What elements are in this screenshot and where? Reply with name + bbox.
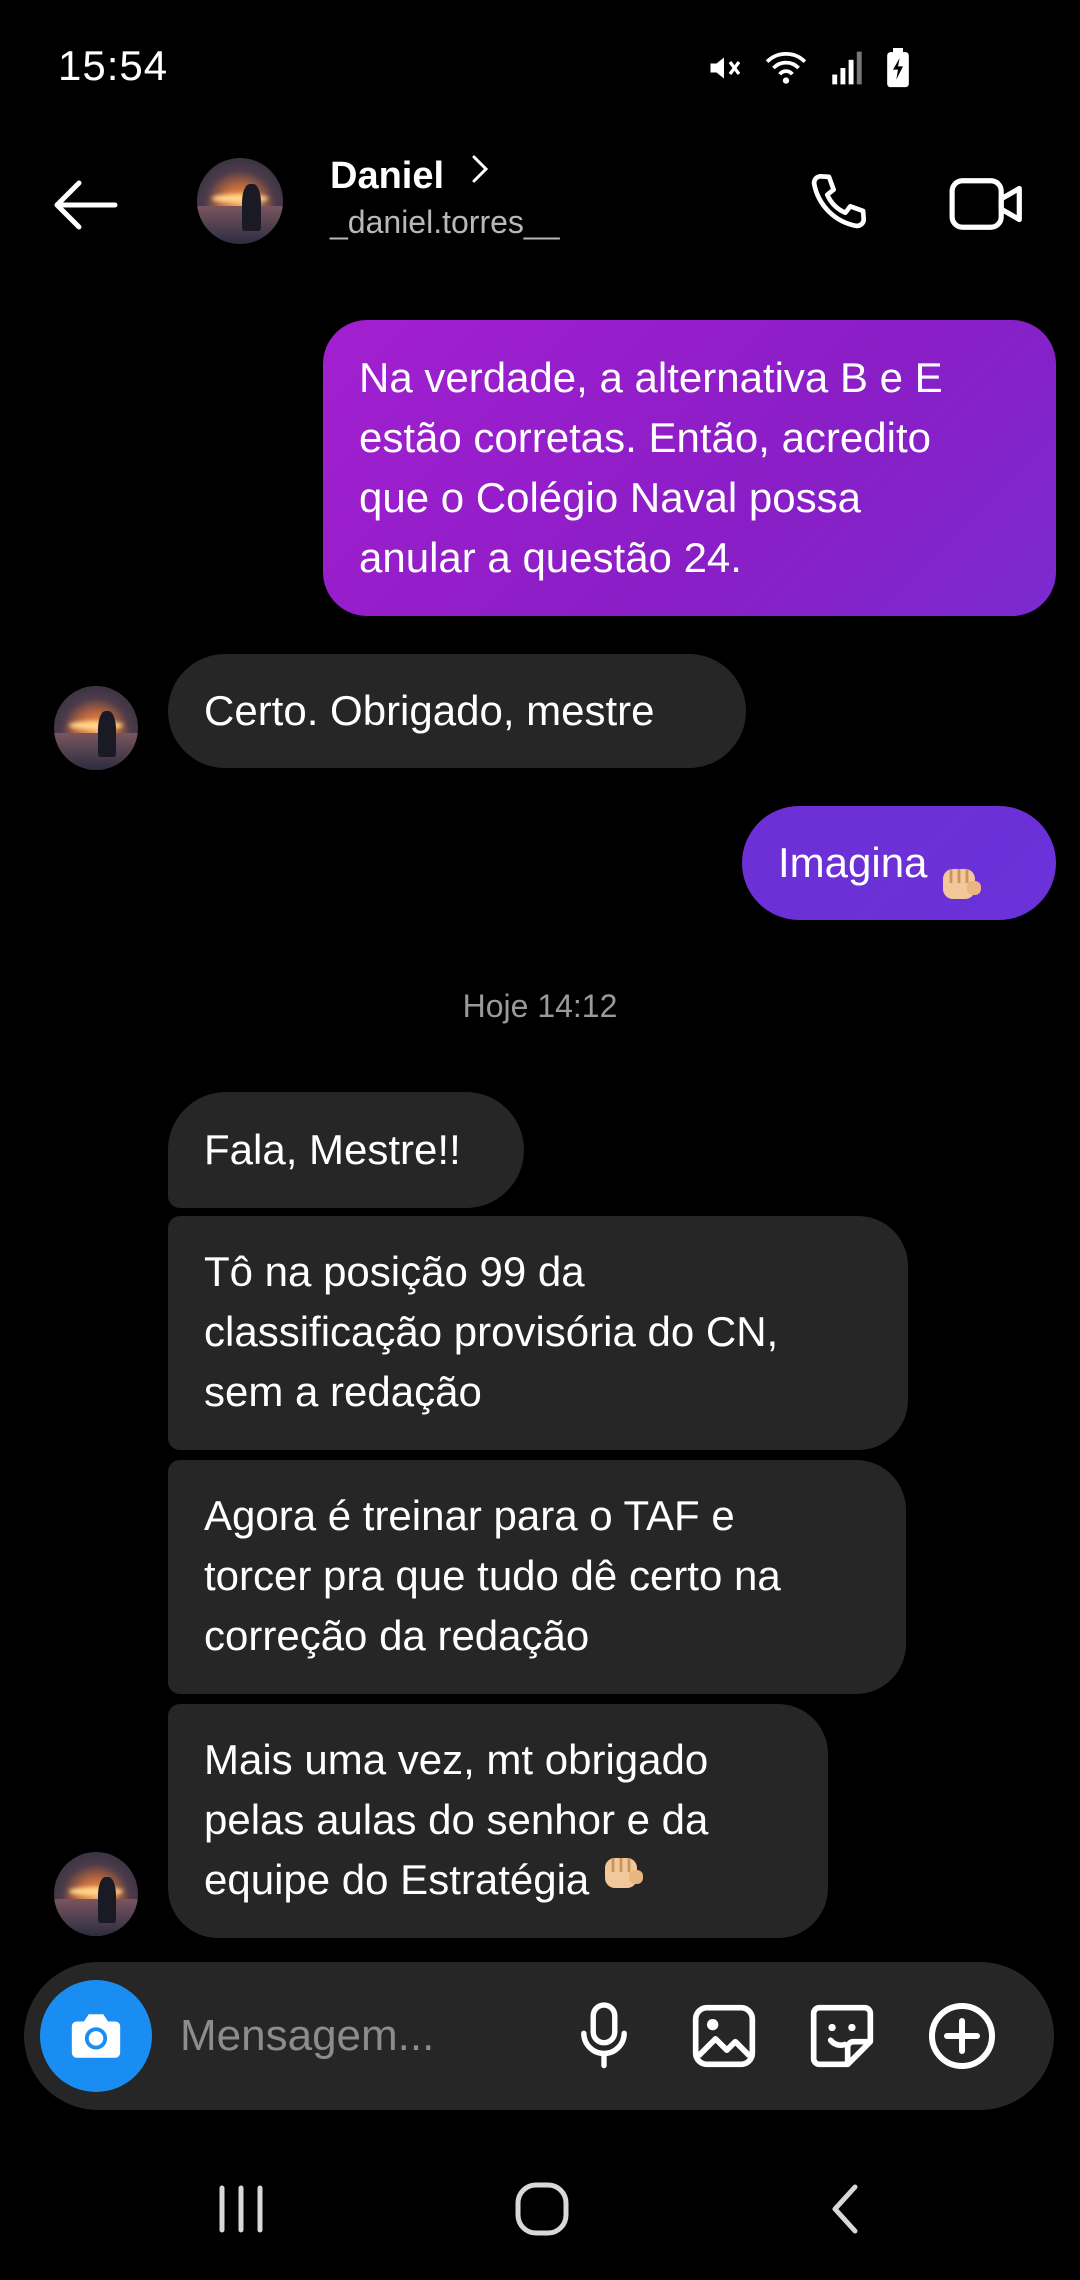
recents-button[interactable] bbox=[196, 2174, 286, 2244]
battery-charging-icon bbox=[887, 48, 909, 88]
back-arrow-icon bbox=[54, 180, 118, 230]
sent-message[interactable]: Na verdade, a alternativa B e E estão co… bbox=[323, 320, 1056, 616]
more-options-button[interactable] bbox=[924, 1998, 1000, 2074]
message-input[interactable] bbox=[180, 2006, 440, 2066]
contact-info[interactable]: Daniel _daniel.torres__ bbox=[330, 154, 559, 241]
gallery-button[interactable] bbox=[686, 1998, 762, 2074]
contact-avatar[interactable] bbox=[197, 158, 283, 244]
sender-avatar[interactable] bbox=[54, 686, 138, 770]
recents-icon bbox=[219, 2185, 263, 2233]
plus-icon bbox=[929, 2003, 995, 2069]
received-message[interactable]: Mais uma vez, mt obrigado pelas aulas do… bbox=[168, 1704, 828, 1938]
camera-icon bbox=[71, 2014, 121, 2058]
sender-avatar[interactable] bbox=[54, 1852, 138, 1936]
nav-back-button[interactable] bbox=[800, 2174, 890, 2244]
phone-icon bbox=[811, 173, 867, 229]
received-message[interactable]: Certo. Obrigado, mestre bbox=[168, 654, 746, 768]
system-nav-bar bbox=[0, 2140, 1080, 2280]
message-text: Certo. Obrigado, mestre bbox=[204, 687, 655, 734]
video-call-button[interactable] bbox=[942, 164, 1032, 244]
status-icons bbox=[706, 48, 910, 88]
received-message[interactable]: Fala, Mestre!! bbox=[168, 1092, 524, 1208]
fist-bump-icon bbox=[599, 1850, 647, 1914]
received-message[interactable]: Tô na posição 99 da classificação provis… bbox=[168, 1216, 908, 1450]
back-icon bbox=[832, 2184, 858, 2234]
voice-call-button[interactable] bbox=[796, 164, 876, 244]
video-camera-icon bbox=[949, 178, 1022, 230]
status-time: 15:54 bbox=[58, 42, 169, 89]
chevron-right-icon bbox=[471, 154, 489, 189]
fist-bump-icon bbox=[937, 801, 985, 925]
received-message[interactable]: Agora é treinar para o TAF e torcer pra … bbox=[168, 1460, 906, 1694]
home-icon bbox=[515, 2182, 569, 2236]
message-composer bbox=[24, 1962, 1054, 2110]
back-button[interactable] bbox=[40, 170, 130, 240]
sticker-icon bbox=[810, 2004, 874, 2068]
gallery-icon bbox=[692, 2004, 756, 2068]
signal-icon bbox=[832, 51, 862, 85]
status-bar: 15:54 bbox=[0, 0, 1080, 140]
message-text: Imagina bbox=[778, 839, 928, 886]
message-text: Fala, Mestre!! bbox=[204, 1126, 461, 1173]
sent-message[interactable]: Imagina bbox=[742, 806, 1056, 920]
wifi-icon bbox=[765, 52, 807, 84]
microphone-icon bbox=[581, 2002, 627, 2069]
camera-button[interactable] bbox=[40, 1980, 152, 2092]
timestamp-divider: Hoje 14:12 bbox=[462, 988, 618, 1024]
chat-header: Daniel _daniel.torres__ bbox=[0, 140, 1080, 270]
mute-icon bbox=[710, 57, 741, 79]
home-button[interactable] bbox=[497, 2174, 587, 2244]
sticker-button[interactable] bbox=[804, 1998, 880, 2074]
contact-name: Daniel bbox=[330, 155, 445, 197]
contact-username: _daniel.torres__ bbox=[330, 204, 560, 240]
chat-screen: 15:54 Daniel _daniel.torres__ Na verdade… bbox=[0, 0, 1080, 2280]
voice-message-button[interactable] bbox=[566, 1998, 642, 2074]
